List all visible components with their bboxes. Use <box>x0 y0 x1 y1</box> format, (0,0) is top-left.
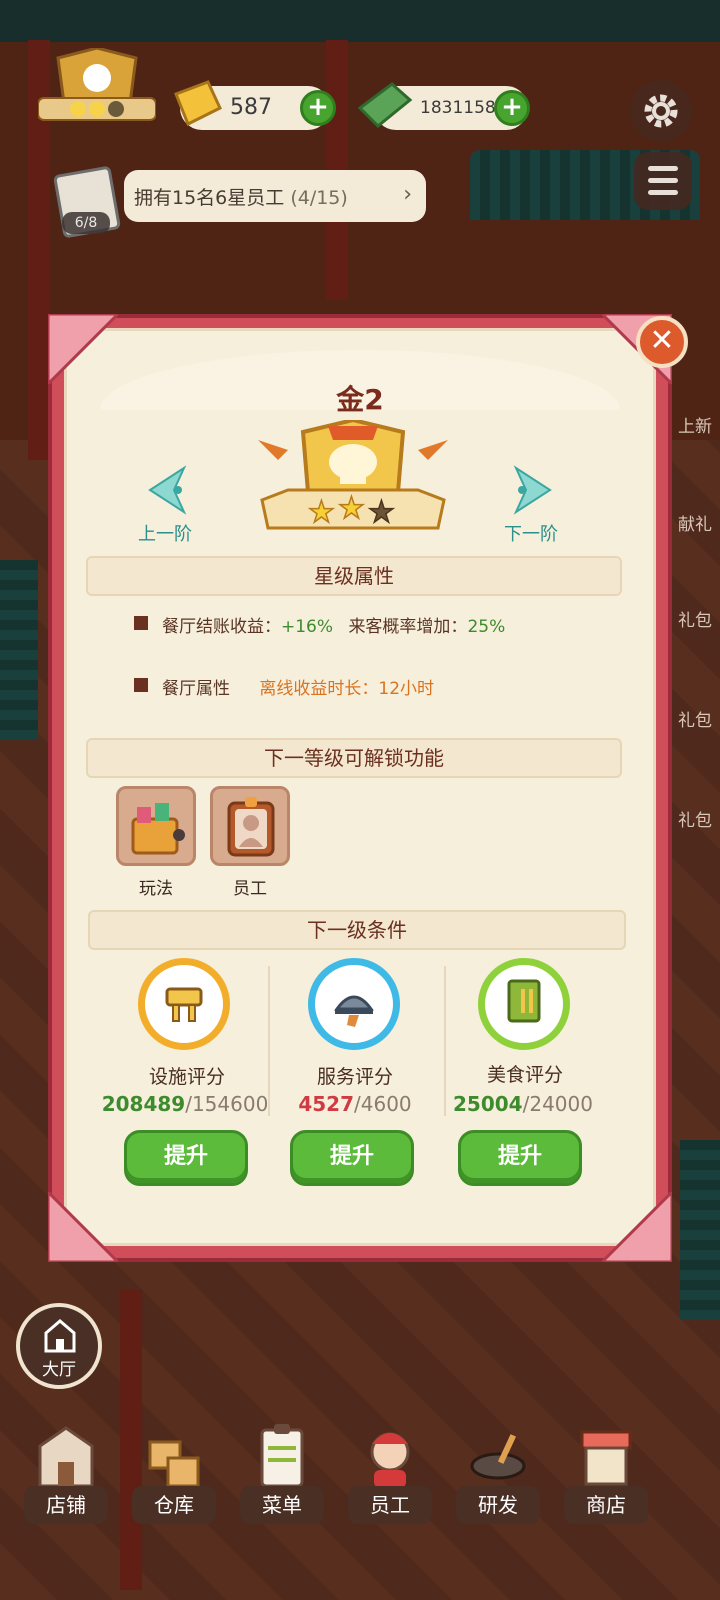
food-score-current: 25004 <box>453 1092 523 1116</box>
attr-restaurant-row: 餐厅属性 离线收益时长：12小时 <box>162 674 434 699</box>
market-stall-icon <box>580 1430 632 1486</box>
recipe-book-count: 6/8 <box>62 212 110 234</box>
nav-warehouse[interactable]: 仓库 <box>122 1418 226 1526</box>
cash-counter: 18311580 + <box>357 82 530 130</box>
staff-notice-progress: (4/15) <box>290 187 348 209</box>
attr-checkout-row: 餐厅结账收益：+16% 来客概率增加：25% <box>162 612 505 637</box>
corner-ribbon-icon <box>48 1192 118 1262</box>
clipboard-icon <box>260 1424 304 1488</box>
service-score-target: /4600 <box>354 1092 412 1116</box>
gift-box-icon <box>131 803 185 855</box>
nav-shop-front[interactable]: 店铺 <box>14 1418 118 1526</box>
recipe-book-icon <box>507 979 541 1023</box>
attr-checkout-label: 餐厅结账收益： <box>162 617 281 637</box>
facility-upgrade-button[interactable]: 提升 <box>124 1130 248 1186</box>
attr-visitor-value: 25% <box>467 617 506 637</box>
chef-avatar-icon <box>370 1432 410 1488</box>
prev-rank-label[interactable]: 上一阶 <box>138 520 192 546</box>
attr-restaurant-label: 餐厅属性 <box>162 679 230 699</box>
nav-store-label: 商店 <box>564 1486 648 1524</box>
service-score-current: 4527 <box>298 1092 355 1116</box>
section-star-attributes: 星级属性 <box>86 556 622 596</box>
gear-icon <box>644 94 678 128</box>
gold-ingot-icon <box>174 80 222 127</box>
food-score-target: /24000 <box>522 1092 593 1116</box>
unlock-gameplay-tile[interactable] <box>116 786 196 866</box>
storefront-icon <box>38 1426 94 1488</box>
bullet-square <box>134 678 148 692</box>
nav-menu-label: 菜单 <box>240 1486 324 1524</box>
food-upgrade-button[interactable]: 提升 <box>458 1130 582 1186</box>
staff-notice-banner[interactable]: 拥有15名6星员工 (4/15) › <box>124 170 426 222</box>
service-cloche-icon <box>334 995 374 1027</box>
next-rank-label[interactable]: 下一阶 <box>504 520 558 546</box>
rank-title: 金2 <box>336 383 384 416</box>
food-score-value: 25004/24000 <box>438 1092 608 1116</box>
staff-notice-text: 拥有15名6星员工 <box>134 187 285 209</box>
nav-warehouse-label: 仓库 <box>132 1486 216 1524</box>
service-upgrade-button[interactable]: 提升 <box>290 1130 414 1186</box>
corner-ribbon-icon <box>602 1192 672 1262</box>
hall-button[interactable]: 大厅 <box>16 1303 102 1389</box>
service-score-label: 服务评分 <box>316 1066 393 1088</box>
facility-icon <box>165 987 203 1022</box>
facility-score-value: 208489/154600 <box>100 1092 270 1116</box>
nav-staff-label: 员工 <box>348 1486 432 1524</box>
gold-value: 587 <box>230 95 272 120</box>
cash-stack-icon <box>357 82 413 129</box>
staff-card-icon <box>227 797 275 857</box>
prev-rank-arrow-icon[interactable] <box>144 464 190 516</box>
facility-score-current: 208489 <box>101 1092 186 1116</box>
rank-badge-small-icon[interactable] <box>38 48 156 128</box>
attr-offline-label: 离线收益时长： <box>259 679 379 699</box>
attr-visitor-label: 来客概率增加： <box>348 617 468 637</box>
boxes-icon <box>148 1440 200 1488</box>
facility-score-target: /154600 <box>185 1092 269 1116</box>
settings-button[interactable] <box>630 80 692 142</box>
hall-house-icon <box>44 1319 76 1353</box>
nav-menu[interactable]: 菜单 <box>230 1418 334 1526</box>
attr-checkout-value: +16% <box>281 617 334 637</box>
facility-score-ring <box>138 958 230 1050</box>
service-score-ring <box>308 958 400 1050</box>
wok-icon <box>470 1434 526 1480</box>
unlock-gameplay-label: 玩法 <box>139 879 173 899</box>
unlock-staff-tile[interactable] <box>210 786 290 866</box>
attr-offline-value: 12小时 <box>378 679 435 699</box>
unlock-staff-label: 员工 <box>233 879 267 899</box>
facility-score-label: 设施评分 <box>148 1066 225 1088</box>
service-score-value: 4527/4600 <box>270 1092 440 1116</box>
chef-hat-badge-icon: ★ ★ ★ <box>258 420 448 531</box>
nav-shop-front-label: 店铺 <box>24 1486 108 1524</box>
side-label-pack-3[interactable]: 礼包 <box>678 806 712 831</box>
add-cash-button[interactable]: + <box>494 90 530 126</box>
food-score-label: 美食评分 <box>486 1064 563 1086</box>
food-score-ring <box>478 958 570 1050</box>
close-button[interactable]: ✕ <box>636 316 688 368</box>
menu-list-button[interactable] <box>634 152 692 210</box>
gold-counter: 587 + <box>174 80 336 130</box>
bullet-square <box>134 616 148 630</box>
nav-staff[interactable]: 员工 <box>338 1418 442 1526</box>
side-label-pack-2[interactable]: 礼包 <box>678 706 712 731</box>
add-gold-button[interactable]: + <box>300 90 336 126</box>
chevron-right-icon: › <box>403 182 412 207</box>
star-filled-icon: ★ <box>338 491 365 526</box>
star-filled-icon: ★ <box>308 495 335 530</box>
corner-ribbon-icon <box>48 314 118 384</box>
next-rank-arrow-icon[interactable] <box>510 464 556 516</box>
side-label-gift[interactable]: 献礼 <box>678 510 712 535</box>
side-label-pack-1[interactable]: 礼包 <box>678 606 712 631</box>
nav-research-label: 研发 <box>456 1486 540 1524</box>
section-unlock-features: 下一等级可解锁功能 <box>86 738 622 778</box>
nav-store[interactable]: 商店 <box>554 1418 658 1526</box>
nav-research[interactable]: 研发 <box>446 1418 550 1526</box>
hall-label: 大厅 <box>42 1360 76 1380</box>
section-next-conditions: 下一级条件 <box>88 910 626 950</box>
star-empty-icon: ★ <box>368 495 395 530</box>
